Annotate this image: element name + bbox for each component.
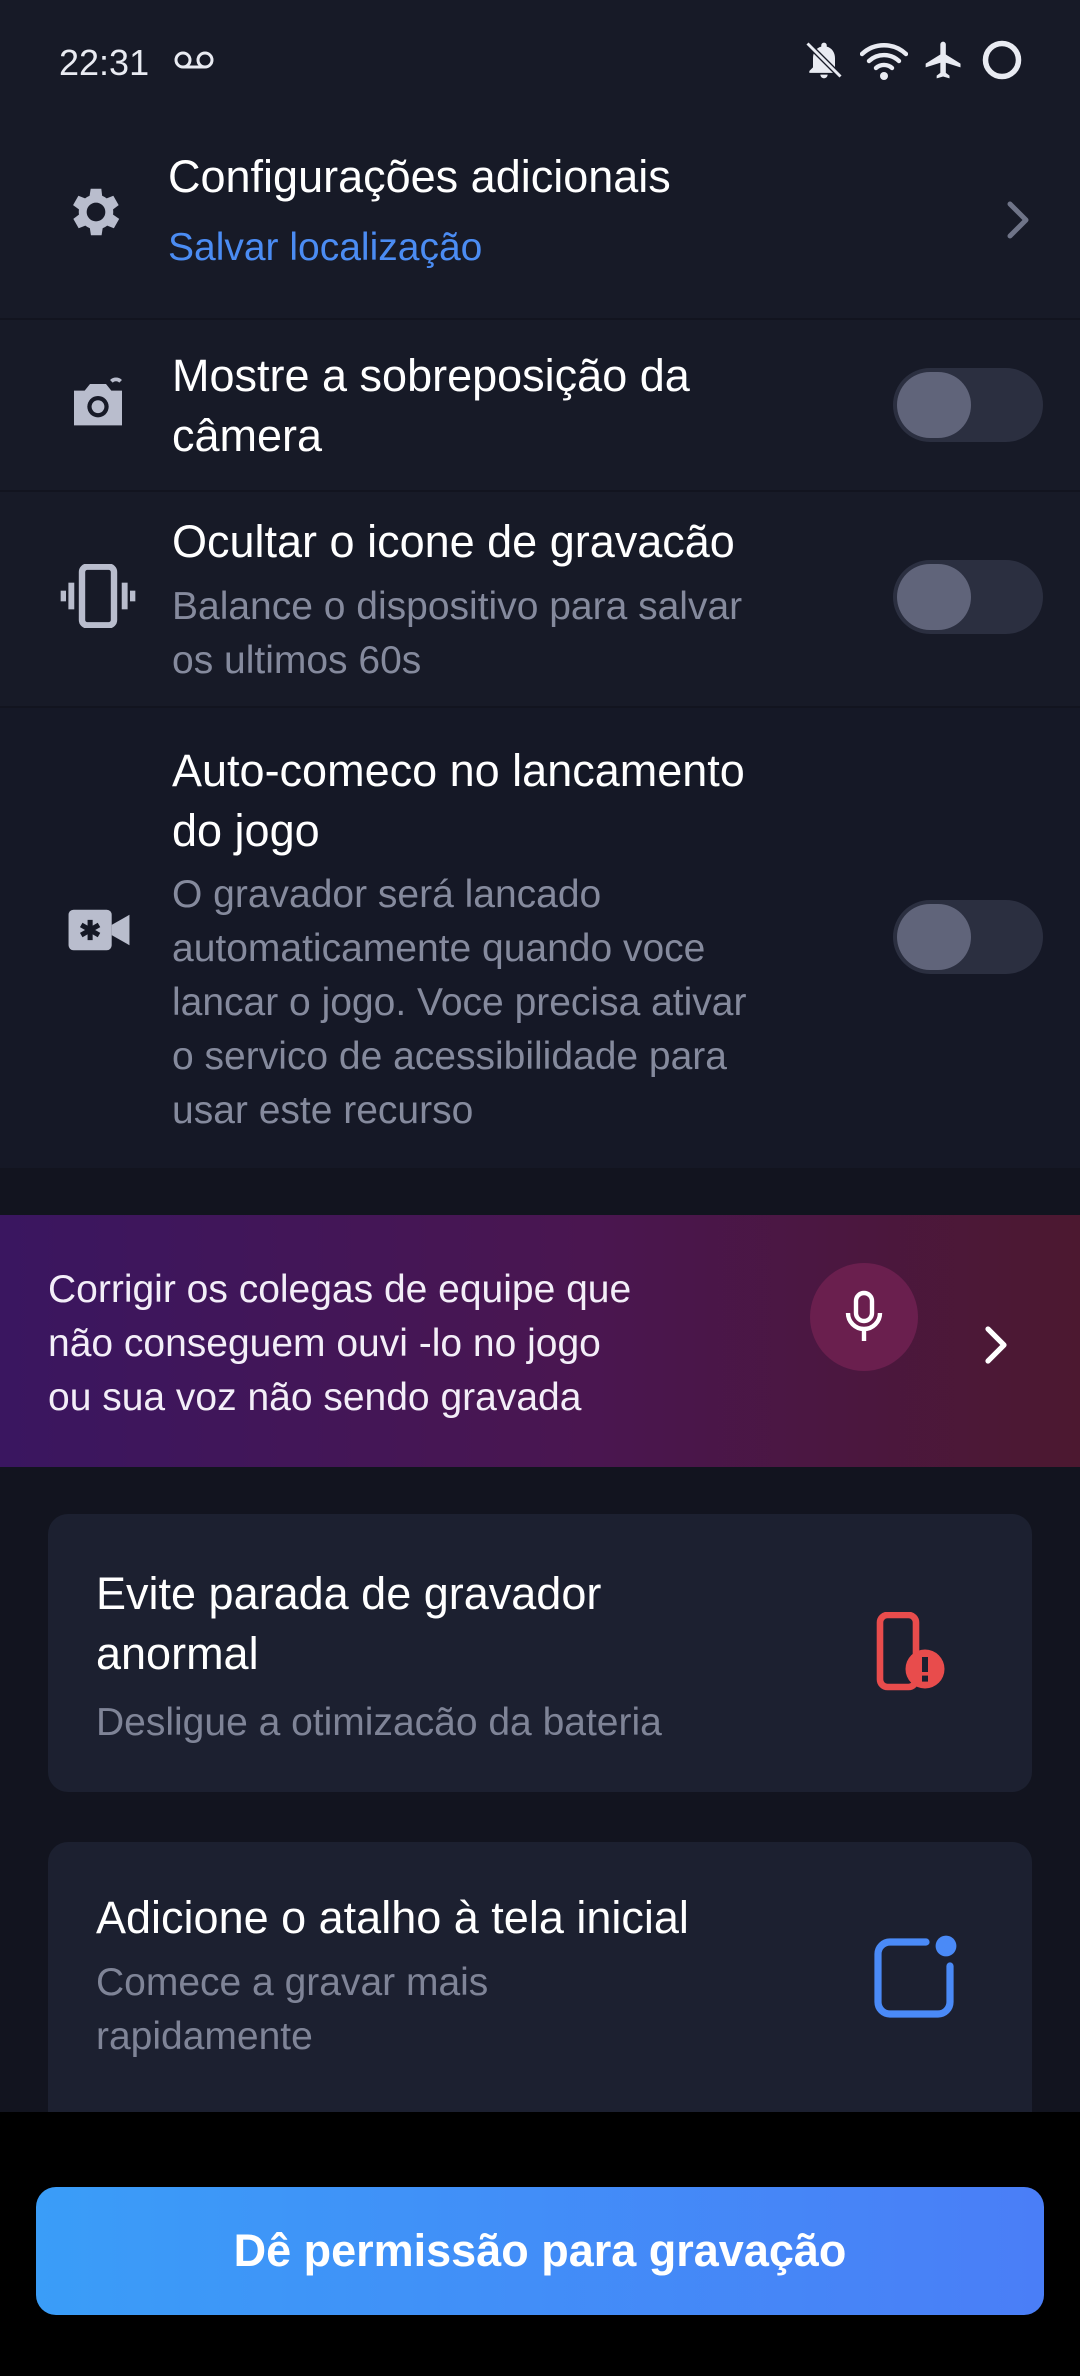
additional-settings-row[interactable]: Configurações adicionais Salvar localiza… — [0, 120, 1080, 318]
toggle-knob — [897, 904, 971, 970]
grant-permission-button[interactable]: Dê permissão para gravação — [36, 2187, 1044, 2315]
phone-alert-icon — [876, 1612, 945, 1691]
toggle-knob — [897, 372, 971, 438]
banner-line: ou sua voz não sendo gravada — [48, 1376, 582, 1419]
voicemail-icon — [174, 51, 214, 69]
auto-start-sub-line: o servico de acessibilidade para — [172, 1035, 727, 1078]
shortcut-icon — [874, 1935, 957, 2018]
auto-start-row: Auto-comeco no lancamento do jogo O grav… — [0, 708, 1080, 1168]
camera-overlay-toggle[interactable] — [893, 368, 1043, 442]
hide-record-icon-row: Ocultar o icone de gravacão Balance o di… — [0, 492, 1080, 706]
chevron-right-icon — [1007, 201, 1029, 239]
hide-record-icon-sub-line1: Balance o dispositivo para salvar — [172, 585, 743, 628]
wifi-icon — [860, 43, 908, 80]
phone-shake-icon — [60, 564, 136, 628]
battery-optimization-card[interactable]: Evite parada de gravador anormal Desligu… — [48, 1514, 1032, 1792]
additional-settings-subtitle[interactable]: Salvar localização — [168, 221, 482, 275]
status-time: 22:31 — [59, 42, 150, 83]
voice-fix-banner[interactable]: Corrigir os colegas de equipe que não co… — [0, 1215, 1080, 1467]
notifications-off-icon — [805, 41, 843, 79]
microphone-icon — [845, 1290, 883, 1341]
auto-start-title-line1: Auto-comeco no lancamento — [172, 745, 745, 796]
battery-card-title-line2: anormal — [96, 1628, 259, 1679]
status-bar: 22:31 — [0, 0, 1080, 120]
auto-start-sub-line: automaticamente quando voce — [172, 927, 706, 970]
loading-ring-icon — [982, 40, 1022, 80]
battery-card-subtitle: Desligue a otimizacão da bateria — [96, 1701, 662, 1744]
auto-start-sub-line: lancar o jogo. Voce precisa ativar — [172, 981, 747, 1024]
shortcut-card-title: Adicione o atalho à tela inicial — [96, 1892, 689, 1943]
banner-line: Corrigir os colegas de equipe que — [48, 1268, 632, 1311]
banner-text: Corrigir os colegas de equipe que não co… — [48, 1263, 748, 1425]
hide-record-icon-sub-line2: os ultimos 60s — [172, 639, 422, 682]
status-icons — [802, 38, 1024, 82]
battery-card-title-line1: Evite parada de gravador — [96, 1568, 602, 1619]
microphone-button[interactable] — [810, 1263, 918, 1371]
shortcut-card-sub-line2: rapidamente — [96, 2015, 313, 2058]
airplane-mode-icon — [925, 41, 961, 79]
camera-overlay-title-line1: Mostre a sobreposição da — [172, 350, 690, 401]
additional-settings-title: Configurações adicionais — [168, 151, 671, 202]
home-shortcut-card[interactable]: Adicione o atalho à tela inicial Comece … — [48, 1842, 1032, 2112]
auto-start-toggle[interactable] — [893, 900, 1043, 974]
banner-line: não conseguem ouvi -lo no jogo — [48, 1322, 601, 1365]
toggle-knob — [897, 564, 971, 630]
auto-start-title-line2: do jogo — [172, 805, 320, 856]
camera-icon — [74, 377, 122, 426]
hide-record-icon-toggle[interactable] — [893, 560, 1043, 634]
auto-start-sub-line: O gravador será lancado — [172, 873, 602, 916]
gear-icon — [73, 188, 120, 236]
video-camera-icon — [68, 909, 130, 951]
auto-start-sub-line: usar este recurso — [172, 1089, 474, 1132]
chevron-right-icon — [985, 1326, 1007, 1364]
shortcut-card-sub-line1: Comece a gravar mais — [96, 1961, 489, 2004]
camera-overlay-row: Mostre a sobreposição da câmera — [0, 320, 1080, 490]
camera-overlay-title-line2: câmera — [172, 410, 323, 461]
hide-record-icon-title: Ocultar o icone de gravacão — [172, 516, 735, 567]
